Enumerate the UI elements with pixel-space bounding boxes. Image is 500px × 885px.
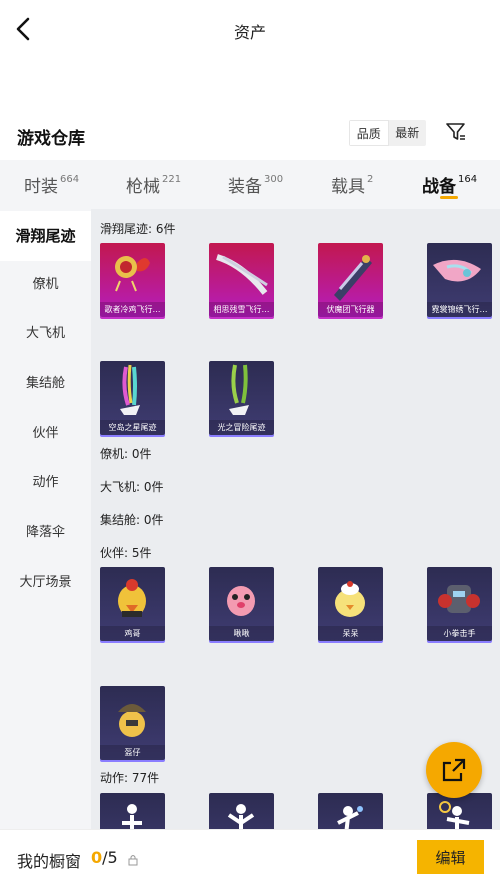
- item-card[interactable]: 小拳击手: [427, 567, 492, 641]
- item-card[interactable]: [318, 793, 383, 829]
- sidebar-item-big-plane[interactable]: 大飞机: [0, 309, 91, 359]
- sidebar-item-wingman[interactable]: 僚机: [0, 260, 91, 310]
- showcase-bar: 我的橱窗 0/5 编辑: [0, 829, 500, 885]
- share-button[interactable]: [426, 742, 482, 798]
- group-label: 动作: 77件: [100, 771, 160, 785]
- item-grid: 滑翔尾迹: 6件 歌者冷鸡飞行… 相思残雪飞行… 伏魔团飞行器 霓裳锦绣飞行… …: [91, 209, 500, 829]
- edit-button[interactable]: 编辑: [417, 840, 484, 874]
- group-label: 僚机: 0件: [100, 447, 152, 461]
- item-card[interactable]: 霓裳锦绣飞行…: [427, 243, 492, 317]
- showcase-label: 我的橱窗: [17, 852, 82, 871]
- active-tab-indicator: [440, 196, 458, 199]
- sidebar-item-rally-pod[interactable]: 集结舱: [0, 359, 91, 409]
- group-label: 大飞机: 0件: [100, 480, 164, 494]
- sort-toggle: 品质 最新: [349, 120, 426, 146]
- item-card[interactable]: 盔仔: [100, 686, 165, 760]
- tab-fashion[interactable]: 时装 664: [24, 172, 79, 197]
- emote-figure-icon: [337, 806, 363, 829]
- category-tabs: 时装 664 枪械 221 装备 300 载具 2 战备 164: [0, 160, 500, 209]
- share-icon: [442, 758, 466, 782]
- group-label: 伙伴: 5件: [100, 546, 152, 560]
- tab-guns[interactable]: 枪械 221: [126, 172, 181, 197]
- item-card[interactable]: [100, 793, 165, 829]
- item-card[interactable]: 相思残雪飞行…: [209, 243, 274, 317]
- group-label: 滑翔尾迹: 6件: [100, 222, 176, 236]
- sort-option-latest[interactable]: 最新: [388, 120, 426, 146]
- sidebar-item-lobby-scene[interactable]: 大厅场景: [0, 558, 91, 608]
- tab-equipment[interactable]: 装备 300: [228, 172, 283, 197]
- showcase-count: 0/5: [91, 848, 118, 867]
- section-title: 游戏仓库: [17, 129, 85, 149]
- emote-figure-icon: [227, 804, 255, 829]
- emote-figure-icon: [122, 804, 142, 829]
- item-card[interactable]: 鸡哥: [100, 567, 165, 641]
- item-card[interactable]: 呆呆: [318, 567, 383, 641]
- sidebar-item-glide-trail[interactable]: 滑翔尾迹: [0, 211, 91, 261]
- sidebar-item-partner[interactable]: 伙伴: [0, 409, 91, 459]
- sort-option-quality[interactable]: 品质: [349, 120, 389, 146]
- group-label: 集结舱: 0件: [100, 513, 164, 527]
- sidebar-item-parachute[interactable]: 降落伞: [0, 508, 91, 558]
- lock-icon: [128, 851, 138, 866]
- emote-figure-icon: [439, 801, 470, 829]
- item-card[interactable]: 空岛之星尾迹: [100, 361, 165, 435]
- item-card[interactable]: 光之冒险尾迹: [209, 361, 274, 435]
- page-title: 资产: [233, 23, 266, 42]
- item-card[interactable]: 啾啾: [209, 567, 274, 641]
- sidebar-item-emote[interactable]: 动作: [0, 458, 91, 508]
- filter-icon[interactable]: [445, 121, 467, 143]
- item-card[interactable]: 歌者冷鸡飞行…: [100, 243, 165, 317]
- sidebar: 滑翔尾迹 僚机 大飞机 集结舱 伙伴 动作 降落伞 大厅场景: [0, 209, 91, 829]
- tab-combat-gear[interactable]: 战备 164: [422, 172, 477, 197]
- item-card[interactable]: [427, 793, 492, 829]
- item-card[interactable]: 伏魔团飞行器: [318, 243, 383, 317]
- tab-vehicles[interactable]: 载具 2: [331, 172, 373, 197]
- item-card[interactable]: [209, 793, 274, 829]
- top-bar: 资产: [0, 0, 500, 58]
